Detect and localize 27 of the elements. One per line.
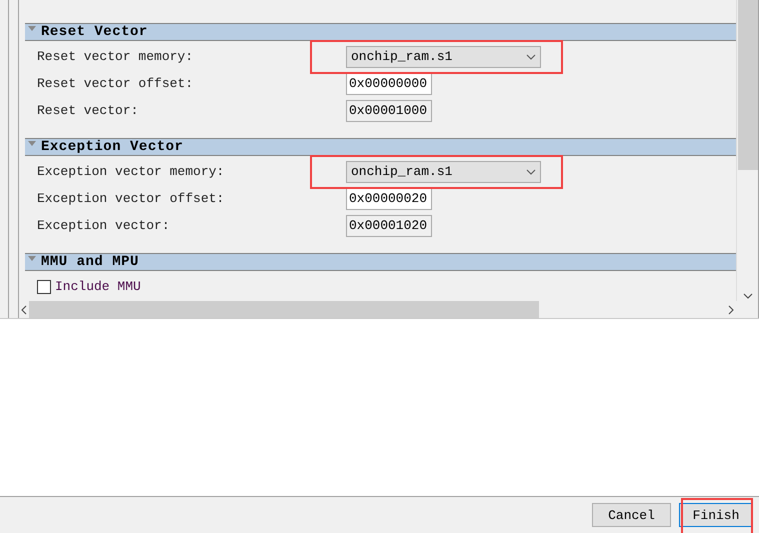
chevron-left-icon — [19, 304, 29, 314]
field-label: Reset vector memory: — [37, 49, 194, 64]
section-header[interactable]: MMU and MPU — [25, 253, 736, 271]
field-label: Exception vector: — [37, 218, 171, 233]
section-header[interactable]: Reset Vector — [25, 23, 736, 41]
checkbox-label: Include MMU — [55, 279, 141, 294]
horizontal-scrollbar[interactable] — [19, 301, 736, 318]
chevron-right-icon — [726, 304, 736, 314]
memory-dropdown[interactable]: onchip_ram.s1 — [346, 160, 541, 182]
collapse-triangle-icon — [28, 26, 36, 32]
collapse-triangle-icon — [28, 141, 36, 147]
chevron-down-icon — [526, 168, 536, 174]
field-label: Reset vector: — [37, 103, 140, 118]
checkbox[interactable] — [37, 280, 51, 294]
field-label: Exception vector offset: — [37, 191, 226, 206]
memory-dropdown[interactable]: onchip_ram.s1 — [346, 46, 541, 68]
section-header[interactable]: Exception Vector — [25, 138, 736, 156]
chevron-down-icon — [742, 291, 752, 301]
vertical-scrollbar[interactable] — [736, 0, 758, 301]
address-field[interactable]: 0x00000020 — [346, 188, 432, 210]
dialog-button[interactable]: Cancel — [592, 503, 671, 527]
dialog-button[interactable]: Finish — [679, 503, 753, 527]
address-field[interactable]: 0x00000000 — [346, 72, 432, 94]
field-label: Exception vector memory: — [37, 164, 226, 179]
collapse-triangle-icon — [28, 256, 36, 262]
chevron-down-icon — [526, 54, 536, 60]
field-label: Reset vector offset: — [37, 76, 194, 91]
